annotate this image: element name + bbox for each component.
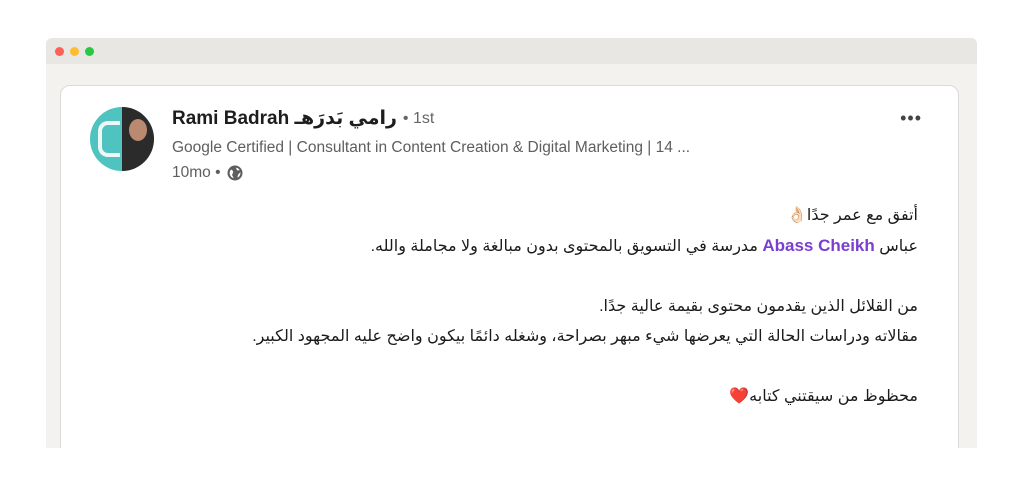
- person-head: [129, 119, 147, 141]
- post-line-text: مدرسة في التسويق بالمحتوى بدون مبالغة ول…: [370, 238, 763, 255]
- post-time: 10mo •: [172, 164, 221, 181]
- more-options-button[interactable]: •••: [900, 108, 922, 129]
- post-line: أتفق مع عمر جدًا👌🏻: [786, 207, 918, 224]
- minimize-window-button[interactable]: [70, 46, 79, 56]
- avatar[interactable]: [90, 107, 154, 171]
- zoom-window-button[interactable]: [85, 46, 94, 56]
- post-line: من القلائل الذين يقدمون محتوى بقيمة عالي…: [599, 298, 918, 315]
- mention-link[interactable]: Abass Cheikh: [762, 236, 874, 255]
- globe-icon: [227, 165, 243, 181]
- author-name[interactable]: Rami Badrah رامي بَدرَهـ: [172, 107, 397, 130]
- post-body: أتفق مع عمر جدًا👌🏻 عباس Abass Cheikh مدر…: [158, 201, 918, 412]
- post-meta: 10mo •: [172, 164, 243, 182]
- post-line: محظوظ من سيقتني كتابه❤️: [729, 388, 918, 405]
- author-row: Rami Badrah رامي بَدرَهـ • 1st: [172, 107, 434, 130]
- post-line: عباس Abass Cheikh مدرسة في التسويق بالمح…: [158, 231, 918, 262]
- post-line-text: عباس: [874, 238, 918, 255]
- close-window-button[interactable]: [55, 46, 64, 56]
- post-line: مقالاته ودراسات الحالة التي يعرضها شيء م…: [252, 328, 918, 345]
- connection-degree: • 1st: [402, 109, 435, 127]
- post-card: Rami Badrah رامي بَدرَهـ • 1st Google Ce…: [60, 85, 959, 448]
- author-headline: Google Certified | Consultant in Content…: [172, 139, 691, 156]
- brand-logo-icon: [98, 121, 120, 157]
- window-titlebar: [46, 38, 977, 64]
- browser-window: Rami Badrah رامي بَدرَهـ • 1st Google Ce…: [46, 38, 977, 448]
